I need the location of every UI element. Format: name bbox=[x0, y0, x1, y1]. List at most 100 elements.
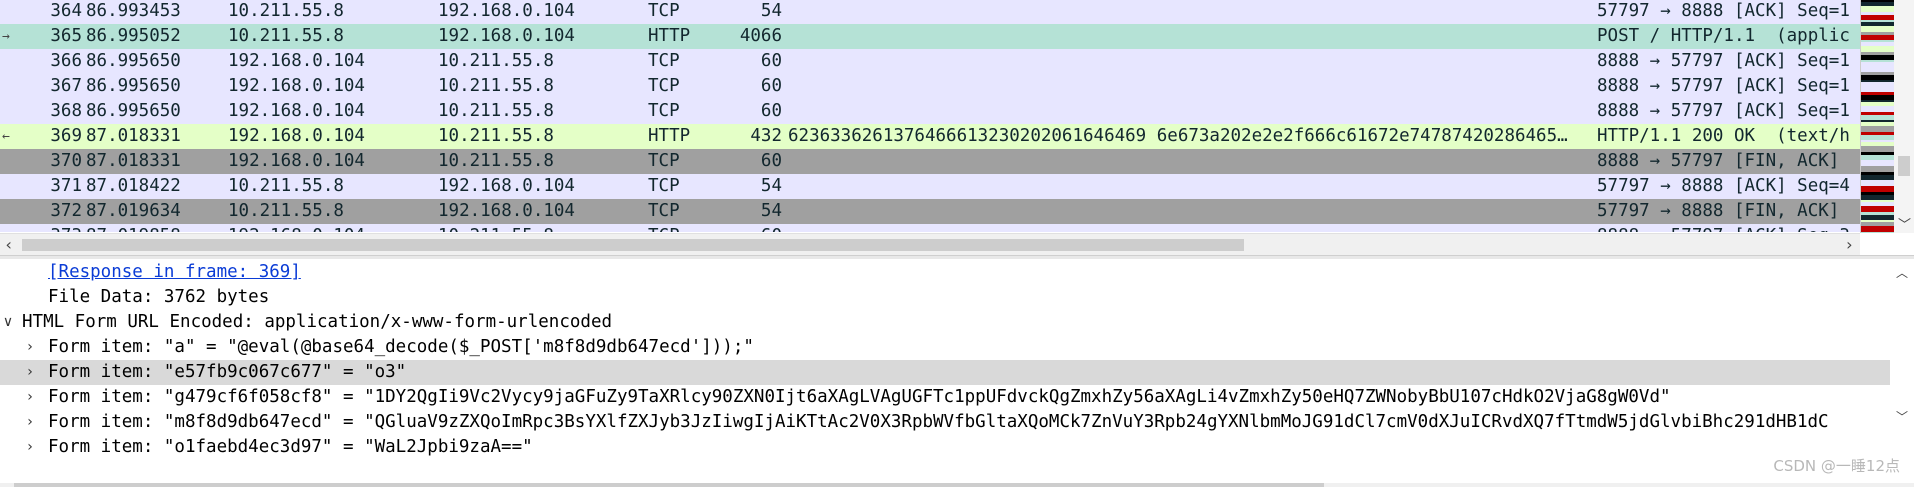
packet-dst-cell: 192.168.0.104 bbox=[438, 201, 575, 221]
packet-extra-cell bbox=[788, 24, 1596, 49]
packet-time-cell: 87.018331 bbox=[86, 126, 181, 146]
packet-row[interactable]: 367 86.995650 192.168.0.104 10.211.55.8 TCP 6… bbox=[0, 74, 1860, 99]
packet-len-cell: 54 bbox=[760, 201, 782, 221]
packet-row[interactable]: 368 86.995650 192.168.0.104 10.211.55.8 TCP 6… bbox=[0, 99, 1860, 124]
packet-dst-cell: 192.168.0.104 bbox=[438, 176, 575, 196]
scrollbar-thumb[interactable] bbox=[14, 483, 1324, 487]
expand-right-icon[interactable]: › bbox=[22, 335, 38, 360]
packet-row[interactable]: 37387.019858192.168.0.10410.211.55.8TCP6… bbox=[0, 224, 1860, 232]
packet-row[interactable]: 364 86.993453 10.211.55.8 192.168.0.104 TCP 5… bbox=[0, 0, 1860, 24]
packet-list-rows[interactable]: 364 86.993453 10.211.55.8 192.168.0.104 TCP 5… bbox=[0, 0, 1860, 232]
form-item-row[interactable]: › Form item: "a" = "@eval(@base64_decode(… bbox=[0, 335, 1890, 360]
scroll-right-icon[interactable]: › bbox=[1844, 235, 1854, 254]
packet-info-cell: 57797 → 8888 [ACK] Seq=4 bbox=[1597, 176, 1850, 196]
packet-src-cell: 10.211.55.8 bbox=[228, 1, 344, 21]
scroll-left-icon[interactable]: ‹ bbox=[4, 235, 14, 254]
detail-response-link-row[interactable]: [Response in frame: 369] bbox=[0, 260, 1890, 285]
packet-src-cell: 192.168.0.104 bbox=[228, 76, 365, 96]
form-item-text: Form item: "e57fb9c067c677" = "o3" bbox=[48, 362, 407, 382]
packet-row[interactable]: 370 87.018331 192.168.0.104 10.211.55.8 TCP 6… bbox=[0, 149, 1860, 174]
packet-dst-cell: 192.168.0.104 bbox=[438, 26, 575, 46]
details-vertical-scrollbar[interactable]: ︿ ﹀ bbox=[1890, 260, 1914, 484]
packet-info-cell: HTTP/1.1 200 OK (text/h bbox=[1597, 126, 1850, 146]
scrollbar-thumb[interactable] bbox=[1898, 156, 1910, 176]
packet-src-cell: 192.168.0.104 bbox=[228, 51, 365, 71]
packet-time-cell: 86.995650 bbox=[86, 101, 181, 121]
packet-src-cell: 192.168.0.104 bbox=[228, 224, 428, 232]
detail-file-data-row[interactable]: File Data: 3762 bytes bbox=[0, 285, 1890, 310]
packet-no-cell: 367 bbox=[50, 76, 82, 96]
packet-dst-cell: 10.211.55.8 bbox=[438, 126, 554, 146]
expand-right-icon[interactable]: › bbox=[22, 410, 38, 435]
form-item-row[interactable]: › Form item: "m8f8d9db647ecd" = "QGluaV9z… bbox=[0, 410, 1890, 435]
packet-len-cell: 4066 bbox=[739, 26, 782, 46]
packet-src-cell: 10.211.55.8 bbox=[228, 201, 344, 221]
packet-row[interactable]: 372 87.019634 10.211.55.8 192.168.0.104 TCP 5… bbox=[0, 199, 1860, 224]
packet-extra-cell bbox=[788, 174, 1596, 199]
packet-info-cell: 8888 → 57797 [ACK] Seq=3 bbox=[1597, 224, 1860, 232]
packet-len-cell: 54 bbox=[760, 176, 782, 196]
form-item-text: Form item: "o1faebd4ec3d97" = "WaL2Jpbi9… bbox=[48, 437, 533, 457]
packet-row[interactable]: 366 86.995650 192.168.0.104 10.211.55.8 TCP 6… bbox=[0, 49, 1860, 74]
packet-extra-cell bbox=[788, 49, 1596, 74]
packet-row[interactable]: → 365 86.995052 10.211.55.8 192.168.0.104 HTT… bbox=[0, 24, 1860, 49]
form-item-row[interactable]: › Form item: "g479cf6f058cf8" = "1DY2QgIi… bbox=[0, 385, 1890, 410]
scroll-up-icon[interactable]: ︿ bbox=[1896, 264, 1908, 281]
packet-details[interactable]: [Response in frame: 369] File Data: 3762… bbox=[0, 260, 1890, 484]
scroll-down-icon[interactable]: ﹀ bbox=[1898, 214, 1911, 233]
packet-info-cell: POST / HTTP/1.1 (applic bbox=[1597, 26, 1850, 46]
packet-list-horizontal-scrollbar[interactable]: ‹ › bbox=[0, 233, 1860, 255]
packet-no-cell: 370 bbox=[50, 151, 82, 171]
packet-time-cell: 87.018331 bbox=[86, 151, 181, 171]
scroll-down-icon[interactable]: ﹀ bbox=[1896, 408, 1908, 425]
expand-right-icon[interactable]: › bbox=[22, 385, 38, 410]
scrollbar-thumb[interactable] bbox=[22, 239, 1244, 251]
packet-extra-cell bbox=[788, 199, 1596, 224]
form-encoded-header: HTML Form URL Encoded: application/x-www… bbox=[22, 312, 613, 332]
packet-no-cell: 366 bbox=[50, 51, 82, 71]
packet-extra-cell bbox=[788, 149, 1596, 174]
expand-right-icon[interactable]: › bbox=[22, 435, 38, 460]
packet-src-cell: 192.168.0.104 bbox=[228, 126, 365, 146]
packet-extra-cell bbox=[788, 224, 1596, 232]
packet-row[interactable]: ← 369 87.018331 192.168.0.104 10.211.55.8 HTT… bbox=[0, 124, 1860, 149]
packet-extra-cell: 6236336261376466613230202061646469 6e673… bbox=[788, 126, 1568, 146]
packet-src-cell: 10.211.55.8 bbox=[228, 176, 344, 196]
related-packet-marker-icon: ← bbox=[2, 129, 10, 144]
details-horizontal-scrollbar[interactable] bbox=[0, 483, 1914, 487]
packet-no-cell: 371 bbox=[50, 176, 82, 196]
packet-src-cell: 192.168.0.104 bbox=[228, 101, 365, 121]
form-item-row[interactable]: › Form item: "e57fb9c067c677" = "o3" bbox=[0, 360, 1890, 385]
packet-time-cell: 86.993453 bbox=[86, 1, 181, 21]
packet-dst-cell: 10.211.55.8 bbox=[438, 51, 554, 71]
form-item-row[interactable]: › Form item: "o1faebd4ec3d97" = "WaL2Jpbi… bbox=[0, 435, 1890, 460]
expand-down-icon[interactable]: ∨ bbox=[0, 310, 16, 335]
form-item-text: Form item: "g479cf6f058cf8" = "1DY2QgIi9… bbox=[48, 387, 1671, 407]
minimap-stripe bbox=[1861, 232, 1894, 233]
packet-len-cell: 60 bbox=[760, 101, 782, 121]
packet-list-vertical-scrollbar[interactable]: ﹀ bbox=[1894, 0, 1914, 233]
packet-info-cell: 57797 → 8888 [ACK] Seq=1 bbox=[1597, 1, 1850, 21]
form-item-text: Form item: "a" = "@eval(@base64_decode($… bbox=[48, 337, 754, 357]
packet-row[interactable]: 371 87.018422 10.211.55.8 192.168.0.104 TCP 5… bbox=[0, 174, 1860, 199]
packet-list[interactable]: 364 86.993453 10.211.55.8 192.168.0.104 TCP 5… bbox=[0, 0, 1914, 256]
packet-extra-cell bbox=[788, 99, 1596, 124]
response-in-frame-link[interactable]: [Response in frame: 369] bbox=[48, 260, 301, 285]
packet-len-cell: 60 bbox=[760, 76, 782, 96]
packet-info-cell: 8888 → 57797 [ACK] Seq=1 bbox=[1597, 51, 1850, 71]
packet-no-cell: 364 bbox=[50, 1, 82, 21]
packet-minimap[interactable] bbox=[1860, 0, 1894, 233]
packet-info-cell: 8888 → 57797 [ACK] Seq=1 bbox=[1597, 76, 1850, 96]
packet-dst-cell: 10.211.55.8 bbox=[438, 151, 554, 171]
packet-no-cell: 369 bbox=[50, 126, 82, 146]
form-items-list: › Form item: "a" = "@eval(@base64_decode(… bbox=[0, 335, 1890, 460]
pane-splitter[interactable] bbox=[0, 255, 1914, 259]
packet-no-cell: 368 bbox=[50, 101, 82, 121]
detail-form-header-row[interactable]: ∨ HTML Form URL Encoded: application/x-w… bbox=[0, 310, 1890, 335]
packet-dst-cell: 10.211.55.8 bbox=[438, 224, 638, 232]
packet-info-cell: 8888 → 57797 [ACK] Seq=1 bbox=[1597, 101, 1850, 121]
packet-extra-cell bbox=[788, 0, 1596, 24]
packet-extra-cell bbox=[788, 74, 1596, 99]
related-packet-marker-icon: → bbox=[2, 29, 10, 44]
expand-right-icon[interactable]: › bbox=[22, 360, 38, 385]
